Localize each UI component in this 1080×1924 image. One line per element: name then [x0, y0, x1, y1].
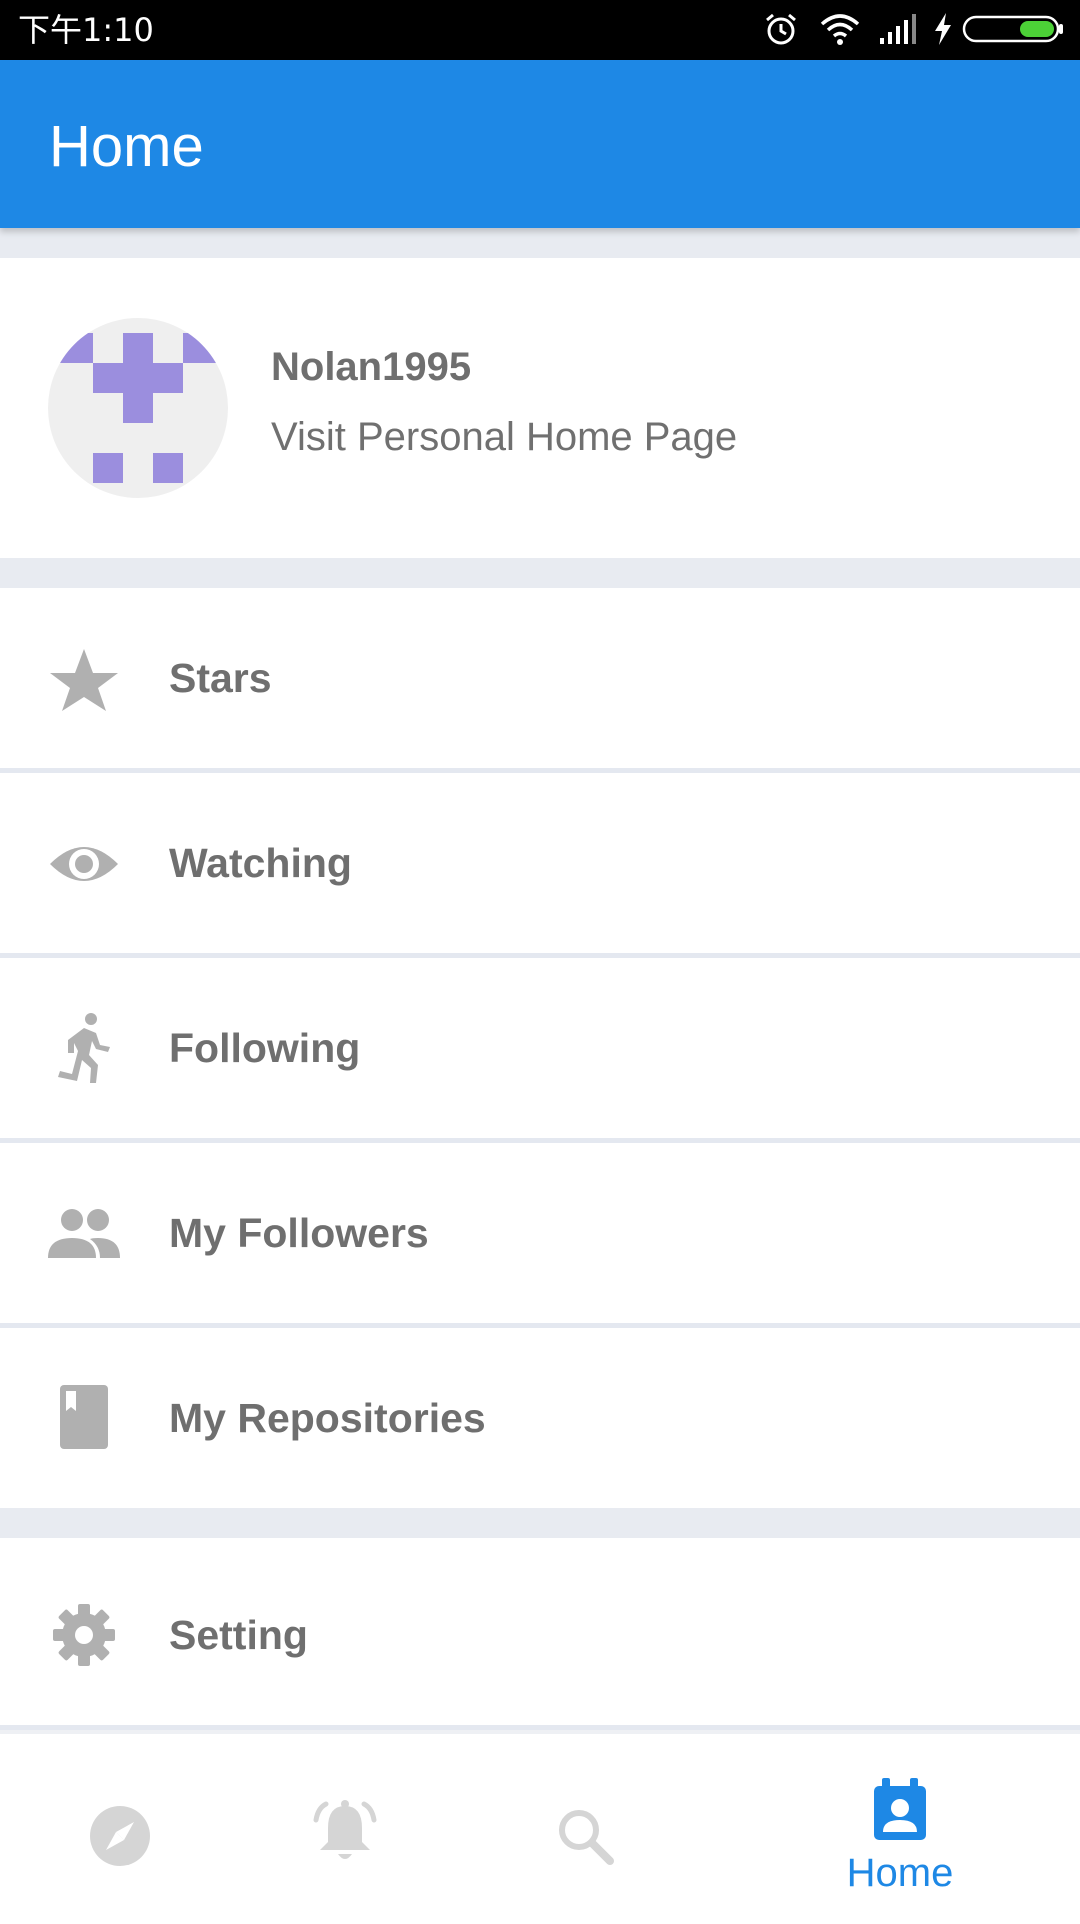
- gear-icon: [53, 1604, 115, 1666]
- star-icon: [50, 649, 118, 711]
- charging-icon: [935, 13, 951, 45]
- people-icon: [48, 1209, 120, 1258]
- search-icon: [559, 1810, 614, 1865]
- bell-icon: [313, 1800, 377, 1859]
- avatar[interactable]: [48, 318, 228, 498]
- nav-home-label: Home: [846, 1851, 954, 1895]
- menu-item-stars[interactable]: Stars: [0, 588, 1080, 773]
- app-bar: Home: [0, 60, 1080, 228]
- book-icon: [60, 1385, 108, 1449]
- contact-calendar-icon: [874, 1778, 926, 1840]
- menu-item-setting[interactable]: Setting: [0, 1538, 1080, 1730]
- status-time: 下午1:10: [18, 11, 154, 49]
- menu-item-watching[interactable]: Watching: [0, 773, 1080, 958]
- nav-search[interactable]: [465, 1734, 705, 1924]
- menu-item-my-followers[interactable]: My Followers: [0, 1143, 1080, 1328]
- menu-item-label: My Repositories: [169, 1395, 486, 1441]
- section-divider: [0, 228, 1080, 258]
- identicon-avatar: [48, 333, 228, 483]
- bottom-nav: Home: [0, 1730, 1080, 1924]
- nav-notifications[interactable]: [225, 1734, 465, 1924]
- profile-username: Nolan1995: [271, 345, 472, 389]
- profile-card[interactable]: Nolan1995 Visit Personal Home Page: [0, 258, 1080, 558]
- status-bar: 下午1:10: [0, 0, 1080, 60]
- nav-home[interactable]: Home: [780, 1734, 1020, 1924]
- alarm-icon: [766, 13, 796, 45]
- menu-item-label: Setting: [169, 1612, 308, 1658]
- page-title: Home: [49, 114, 204, 179]
- battery-icon: [962, 15, 1063, 43]
- menu-item-following[interactable]: Following: [0, 958, 1080, 1143]
- visit-home-page-link[interactable]: Visit Personal Home Page: [271, 412, 737, 462]
- menu-item-label: My Followers: [169, 1210, 429, 1256]
- wifi-icon: [820, 14, 860, 45]
- compass-icon: [90, 1806, 150, 1866]
- running-person-icon: [58, 1013, 110, 1083]
- section-divider: [0, 558, 1080, 588]
- section-divider: [0, 1508, 1080, 1538]
- signal-icon: [880, 14, 916, 44]
- nav-explore[interactable]: [0, 1734, 240, 1924]
- menu-item-my-repositories[interactable]: My Repositories: [0, 1328, 1080, 1508]
- menu-item-label: Watching: [169, 840, 352, 886]
- eye-icon: [50, 847, 118, 881]
- menu-item-label: Following: [169, 1025, 361, 1071]
- menu-item-label: Stars: [169, 655, 272, 701]
